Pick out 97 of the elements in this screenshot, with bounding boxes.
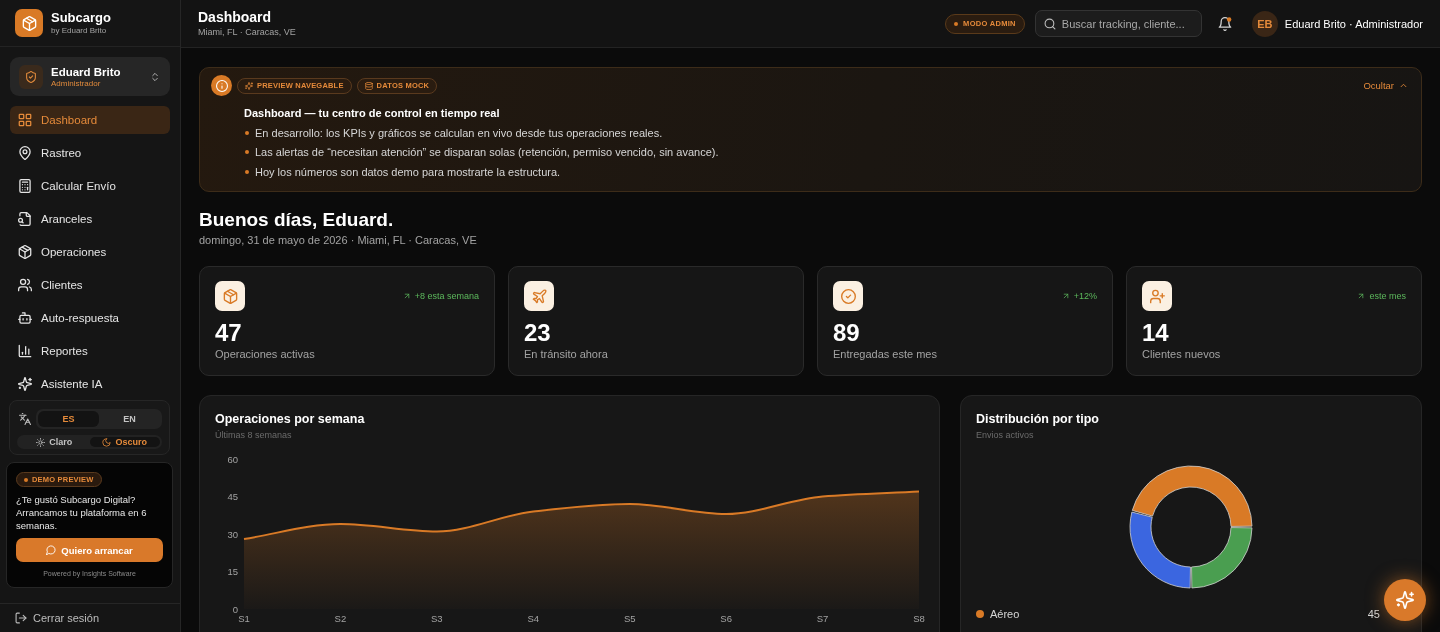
trend-text: este mes xyxy=(1369,291,1406,301)
map-pin-icon xyxy=(18,146,32,160)
x-axis-label: S2 xyxy=(334,613,347,624)
banner-text: En desarrollo: los KPIs y gráficos se calculan en vivo desde tus operaciones reales. xyxy=(255,126,663,139)
chevron-up-icon xyxy=(1399,81,1408,90)
search-field[interactable]: Buscar tracking, cliente... xyxy=(1034,10,1202,37)
x-axis-label: S1 xyxy=(238,613,250,624)
bullet-icon xyxy=(245,150,249,155)
banner-text: Las alertas de “necesitan atención” se disparan solas (retención, permiso vencido, sin avance). xyxy=(255,146,719,159)
promo-text: ¿Te gustó Subcargo Digital? Arrancamos tu plataforma en 6 semanas. xyxy=(16,493,148,532)
brand-tagline: by Eduard Brito xyxy=(51,25,108,36)
nav-item[interactable]: Asistente IA xyxy=(10,370,170,398)
x-axis-label: S4 xyxy=(527,613,540,624)
x-axis-label: S8 xyxy=(913,613,925,624)
y-axis-label: 0 xyxy=(232,603,238,615)
moon-icon xyxy=(102,437,112,447)
legend-value: 45 xyxy=(1367,608,1380,620)
language-option[interactable]: EN xyxy=(99,411,160,427)
logo-icon xyxy=(15,9,43,37)
kpi-label: Clientes nuevos xyxy=(1142,347,1222,361)
kpi-label: Entregadas este mes xyxy=(833,347,938,361)
shield-icon xyxy=(19,64,43,89)
nav-item[interactable]: Reportes xyxy=(10,337,170,365)
logout-button[interactable]: Cerrar sesión xyxy=(0,604,100,632)
user-name: Eduard Brito · Administrador xyxy=(1284,17,1423,30)
trend-text: +12% xyxy=(1073,291,1097,301)
x-axis-label: S5 xyxy=(623,613,636,624)
nav-item[interactable]: Operaciones xyxy=(10,238,170,266)
bar-chart-icon xyxy=(18,344,32,358)
sun-icon xyxy=(36,437,46,447)
robot-icon xyxy=(18,311,32,325)
nav-item[interactable]: Rastreo xyxy=(10,139,170,167)
theme-option[interactable]: Oscuro xyxy=(89,437,160,447)
x-axis-label: S6 xyxy=(720,613,732,624)
nav-item[interactable]: Aranceles xyxy=(10,205,170,233)
brand-name: Subcargo xyxy=(51,10,111,25)
page-title: Dashboard xyxy=(198,9,273,26)
search-icon xyxy=(1043,17,1056,30)
x-axis-label: S3 xyxy=(431,613,443,624)
user-card[interactable]: Eduard Brito Administrador xyxy=(10,57,170,96)
box-icon xyxy=(18,245,32,259)
language-option[interactable]: ES xyxy=(38,411,99,427)
legend-label: Aéreo xyxy=(990,608,1020,620)
trend-arrow-icon xyxy=(402,292,411,300)
grid-icon xyxy=(18,113,32,127)
sparkle-icon xyxy=(18,377,32,391)
dot-icon xyxy=(24,477,28,482)
y-axis-label: 45 xyxy=(227,491,238,502)
page-subtitle: Miami, FL · Caracas, VE xyxy=(198,26,296,38)
logout-icon xyxy=(15,612,27,624)
nav-item[interactable]: Auto-respuesta xyxy=(10,304,170,332)
banner-title: Dashboard — tu centro de control en tiempo real xyxy=(244,106,501,120)
nav-item[interactable]: Calcular Envío xyxy=(10,172,170,200)
user-name: Eduard Brito xyxy=(51,64,122,79)
chart-title: Operaciones por semana xyxy=(215,412,366,427)
info-icon xyxy=(211,75,232,96)
chart-subtitle: Últimas 8 semanas xyxy=(215,429,293,441)
bullet-icon xyxy=(245,130,249,135)
nav-item[interactable]: Clientes xyxy=(10,271,170,299)
y-axis-label: 15 xyxy=(227,566,238,577)
bullet-icon xyxy=(245,169,249,174)
calculator-icon xyxy=(18,179,32,193)
plane-icon xyxy=(524,281,554,311)
users-icon xyxy=(18,278,32,292)
sparkle-icon xyxy=(1396,591,1414,609)
user-plus-icon xyxy=(1142,281,1172,311)
theme-option[interactable]: Claro xyxy=(19,437,90,447)
chart-title: Distribución por tipo xyxy=(976,412,1100,427)
y-axis-label: 60 xyxy=(227,453,238,465)
dot-icon xyxy=(954,21,959,26)
y-axis-label: 30 xyxy=(227,528,238,540)
trend-arrow-icon xyxy=(1357,292,1366,300)
kpi-value: 23 xyxy=(524,319,552,347)
kpi-label: Operaciones activas xyxy=(215,347,316,361)
user-role: Administrador xyxy=(51,78,102,89)
kpi-value: 14 xyxy=(1142,319,1170,347)
chart-subtitle: Envios activos xyxy=(976,429,1035,441)
banner-text: Hoy los números son datos demo para mostrarte la estructura. xyxy=(255,165,561,178)
kpi-label: En tránsito ahora xyxy=(524,347,609,361)
greeting-subtitle: domingo, 31 de mayo de 2026 · Miami, FL · Caracas, VE xyxy=(199,233,478,247)
notification-bell-icon[interactable] xyxy=(1217,16,1232,31)
document-search-icon xyxy=(18,212,32,226)
box-icon xyxy=(215,281,245,311)
kpi-value: 89 xyxy=(833,319,861,347)
translate-icon xyxy=(19,413,31,425)
hide-button[interactable]: Ocultar xyxy=(1363,80,1408,91)
trend-arrow-icon xyxy=(1061,292,1070,300)
chat-bubble-icon xyxy=(46,545,57,555)
chevron-up-down-icon xyxy=(150,70,160,83)
kpi-value: 47 xyxy=(215,319,243,347)
nav-item[interactable]: Dashboard xyxy=(10,106,170,134)
user-avatar[interactable]: EB xyxy=(1251,10,1278,37)
trend-text: +8 esta semana xyxy=(414,291,479,301)
database-icon xyxy=(364,81,373,90)
x-axis-label: S7 xyxy=(816,613,829,624)
sparkle-icon xyxy=(245,81,253,90)
greeting-title: Buenos días, Eduard. xyxy=(199,208,395,231)
